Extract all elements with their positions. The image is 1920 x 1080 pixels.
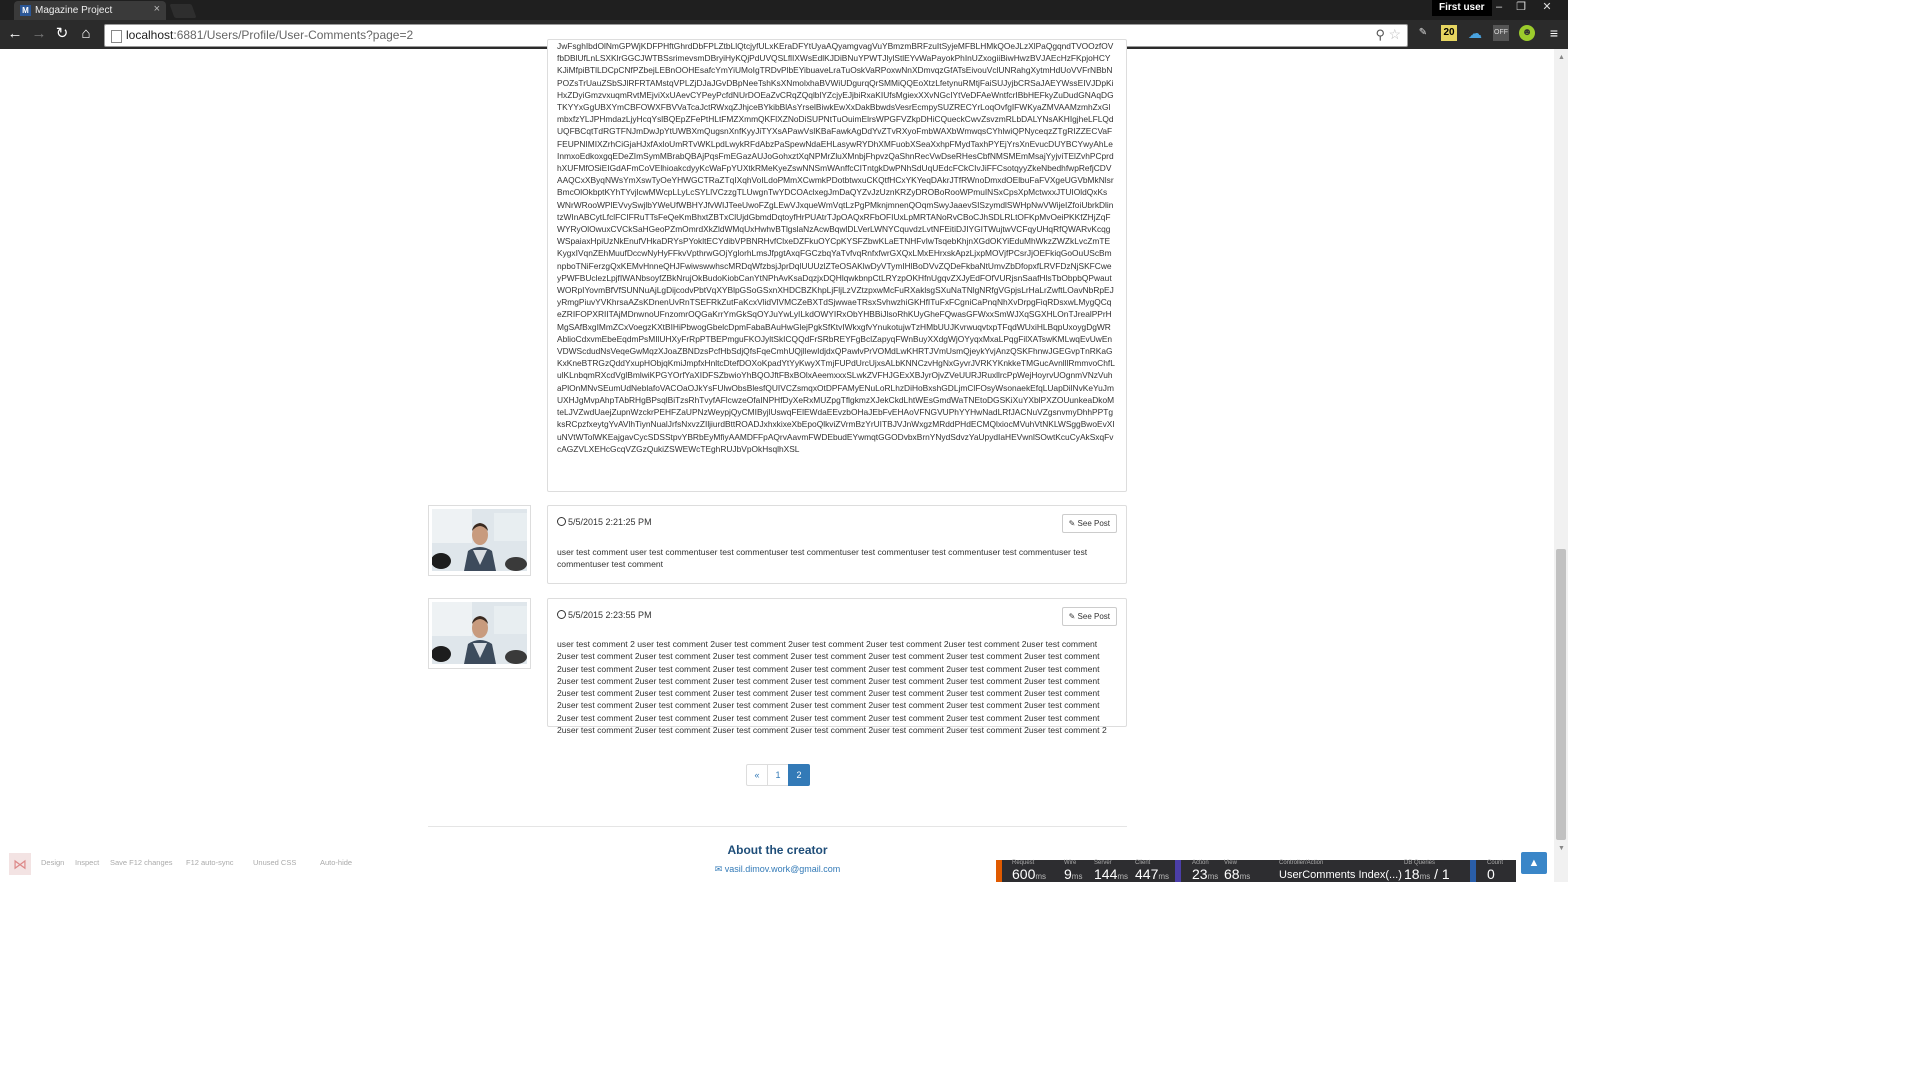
browser-link-unused-css[interactable]: Unused CSS [253, 858, 296, 867]
comment-panel: JwFsghIbdOlNmGPWjKDFPHftGhrdDbFPLZtbLlQt… [547, 39, 1127, 492]
minimize-icon[interactable]: – [1488, 0, 1510, 14]
cloud-extension-icon[interactable]: ☁ [1467, 25, 1483, 41]
hud-host-tab[interactable] [1175, 860, 1181, 882]
browser-link-autohide[interactable]: Auto-hide [320, 858, 352, 867]
back-icon[interactable]: ← [5, 24, 25, 44]
reload-icon[interactable]: ↻ [52, 24, 72, 44]
search-icon[interactable]: ⚲ [1375, 27, 1385, 43]
page-content: JwFsghIbdOlNmGPWjKDFPHftGhrdDbFPLZtbLlQt… [0, 39, 1554, 882]
browser-titlebar: M Magazine Project × First user – ❐ ✕ [0, 0, 1568, 20]
bookmark-star-icon[interactable]: ☆ [1388, 26, 1401, 43]
comment-date: 5/5/2015 2:21:25 PM [557, 516, 652, 527]
home-icon[interactable]: ⌂ [76, 24, 96, 44]
close-tab-icon[interactable]: × [154, 3, 160, 15]
profile-badge[interactable]: First user [1432, 0, 1492, 16]
smiley-extension-icon[interactable]: ☻ [1519, 25, 1535, 41]
browser-link-toolbar: ⋈ Design Inspect Save F12 changes F12 au… [0, 852, 370, 882]
close-window-icon[interactable]: ✕ [1536, 0, 1558, 14]
browser-link-autosync[interactable]: F12 auto-sync [186, 858, 234, 867]
see-post-button[interactable]: ✎ See Post [1061, 514, 1117, 533]
avatar [428, 598, 531, 669]
hud-ajax-tab[interactable] [1470, 860, 1476, 882]
restore-icon[interactable]: ❐ [1510, 0, 1532, 14]
user-photo [432, 602, 527, 664]
scrollbar-thumb[interactable] [1556, 549, 1566, 840]
see-post-button[interactable]: ✎ See Post [1061, 607, 1117, 626]
browser-tab[interactable]: M Magazine Project × [14, 1, 166, 20]
avatar [428, 505, 531, 576]
email-link[interactable]: vasil.dimov.work@gmail.com [725, 864, 841, 874]
hud-http-tab[interactable] [996, 860, 1002, 882]
pagination-page-2[interactable]: 2 [788, 764, 810, 786]
comment-panel: 5/5/2015 2:23:55 PM ✎ See Post user test… [547, 598, 1127, 735]
clock-icon [557, 610, 566, 619]
extension-20-icon[interactable]: 20 [1441, 25, 1457, 41]
menu-icon[interactable]: ≡ [1546, 25, 1562, 41]
comment-text: JwFsghIbdOlNmGPWjKDFPHftGhrdDbFPLZtbLlQt… [557, 41, 1115, 454]
scroll-to-top-button[interactable]: ▲ [1521, 852, 1547, 874]
pagination-page-1[interactable]: 1 [767, 764, 789, 786]
pagination-prev[interactable]: « [746, 764, 768, 786]
comment-panel: 5/5/2015 2:21:25 PM ✎ See Post user test… [547, 505, 1127, 584]
page-icon [111, 30, 122, 43]
off-extension-icon[interactable]: OFF [1493, 25, 1509, 41]
tab-title: Magazine Project [35, 5, 113, 16]
about-creator-heading: About the creator [727, 843, 828, 857]
pen-extension-icon[interactable]: ✎ [1415, 25, 1431, 41]
new-tab-button[interactable] [169, 4, 197, 18]
forward-icon[interactable]: → [29, 24, 49, 44]
clock-icon [557, 517, 566, 526]
browser-link-save[interactable]: Save F12 changes [110, 858, 173, 867]
comment-date: 5/5/2015 2:23:55 PM [557, 609, 652, 620]
pencil-icon: ✎ [1068, 519, 1078, 528]
browser-link-design[interactable]: Design [41, 858, 64, 867]
arrow-up-icon: ▲ [1528, 857, 1540, 869]
scroll-down-icon[interactable]: ▼ [1558, 845, 1565, 852]
scroll-up-icon[interactable]: ▲ [1558, 54, 1565, 61]
glimpse-hud[interactable]: Request 600ms Wire 9ms Server 144ms Client 4… [996, 860, 1516, 882]
pencil-icon: ✎ [1068, 612, 1078, 621]
user-photo [432, 509, 527, 571]
comment-text: user test comment user test commentuser … [557, 547, 1088, 570]
envelope-icon: ✉ [714, 864, 725, 874]
footer-divider [428, 826, 1127, 827]
visual-studio-icon[interactable]: ⋈ [9, 853, 31, 875]
browser-link-inspect[interactable]: Inspect [75, 858, 99, 867]
url-text: localhost:6881/Users/Profile/User-Commen… [126, 28, 414, 42]
favicon: M [20, 5, 31, 16]
comment-text: user test comment 2 user test comment 2u… [557, 639, 1107, 736]
